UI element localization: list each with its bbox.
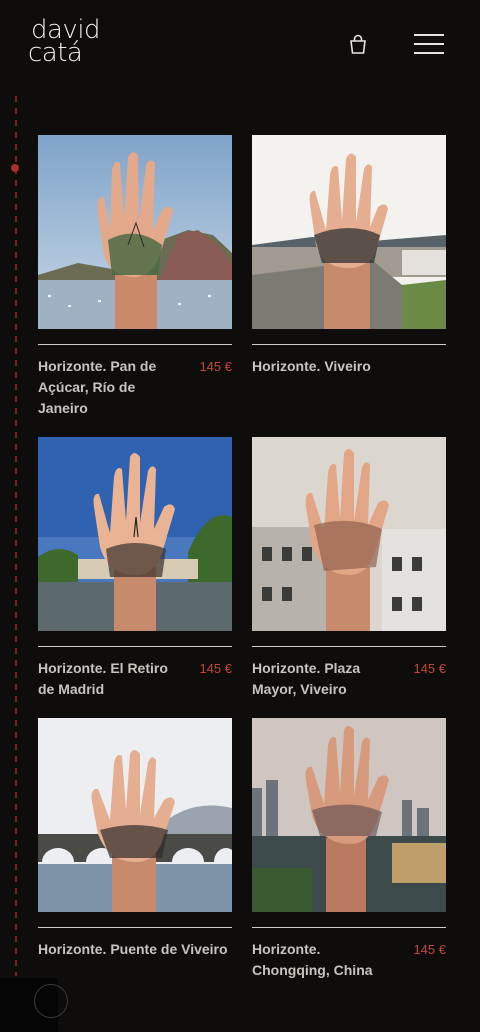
scroll-circle-icon[interactable] [34, 984, 68, 1018]
product-title[interactable]: Horizonte. Viveiro [252, 356, 402, 377]
divider [38, 646, 232, 647]
product-card: Horizonte. Plaza Mayor, Viveiro 145 € [252, 437, 446, 697]
product-image-plaza-mayor[interactable] [252, 437, 446, 631]
product-title[interactable]: Horizonte. Plaza Mayor, Viveiro [252, 658, 402, 700]
product-title[interactable]: Horizonte. Pan de Açúcar, Río de Janeiro [38, 356, 188, 419]
divider [38, 927, 232, 928]
product-card: Horizonte. Chongqing, China 145 € [252, 718, 446, 978]
product-price: 145 € [413, 942, 446, 957]
product-price: 145 € [199, 661, 232, 676]
divider [38, 344, 232, 345]
brand-logo-line2: catá [28, 38, 83, 68]
product-title[interactable]: Horizonte. Puente de Viveiro [38, 939, 232, 960]
product-price: 145 € [199, 359, 232, 374]
product-card: Horizonte. Viveiro [252, 135, 446, 374]
brand-logo[interactable]: david catá [28, 17, 110, 68]
divider [252, 646, 446, 647]
product-card: Horizonte. El Retiro de Madrid 145 € [38, 437, 232, 697]
product-image-chongqing[interactable] [252, 718, 446, 912]
product-image-puente-de-viveiro[interactable] [38, 718, 232, 912]
timeline-line [15, 96, 17, 976]
shopping-bag-icon[interactable] [346, 33, 370, 57]
divider [252, 344, 446, 345]
product-image-viveiro[interactable] [252, 135, 446, 329]
product-image-el-retiro[interactable] [38, 437, 232, 631]
product-card: Horizonte. Pan de Açúcar, Río de Janeiro… [38, 135, 232, 416]
timeline-marker [11, 164, 19, 172]
product-title[interactable]: Horizonte. El Retiro de Madrid [38, 658, 188, 700]
site-header: david catá [0, 0, 480, 90]
product-image-pan-de-acucar[interactable] [38, 135, 232, 329]
product-card: Horizonte. Puente de Viveiro [38, 718, 232, 957]
hamburger-menu-icon[interactable] [410, 30, 448, 58]
divider [252, 927, 446, 928]
product-price: 145 € [413, 661, 446, 676]
product-title[interactable]: Horizonte. Chongqing, China [252, 939, 402, 981]
